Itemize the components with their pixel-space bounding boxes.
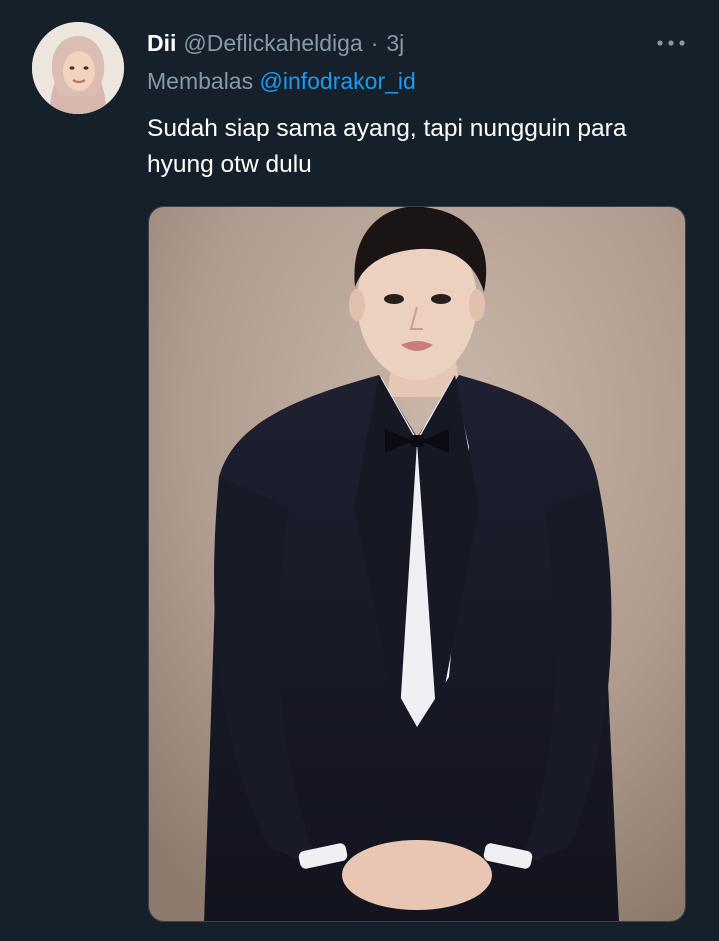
separator-dot: · (370, 29, 379, 56)
tweet-text-line: Sudah siap sama ayang, tapi nungguin par… (147, 115, 627, 142)
avatar-image (32, 22, 124, 114)
tweet-photo[interactable] (148, 206, 686, 922)
user-handle[interactable]: @Deflickaheldiga (183, 30, 362, 57)
tweet-header: Dii @Deflickaheldiga · 3j (147, 28, 404, 58)
reply-context: Membalas @infodrakor_id (147, 68, 416, 95)
reply-mention-link[interactable]: @infodrakor_id (260, 68, 416, 94)
timestamp[interactable]: 3j (386, 30, 404, 57)
photo-image (149, 207, 685, 921)
more-horizontal-icon (657, 40, 685, 46)
reply-prefix: Membalas (147, 68, 254, 94)
tweet-text-line: hyung otw dulu (147, 151, 312, 178)
tweet[interactable]: Dii @Deflickaheldiga · 3j Membalas @info… (0, 0, 719, 941)
display-name[interactable]: Dii (147, 30, 176, 57)
more-options-button[interactable] (648, 28, 694, 58)
tweet-text: Sudah siap sama ayang, tapi nungguin par… (147, 111, 697, 183)
avatar[interactable] (32, 22, 124, 114)
